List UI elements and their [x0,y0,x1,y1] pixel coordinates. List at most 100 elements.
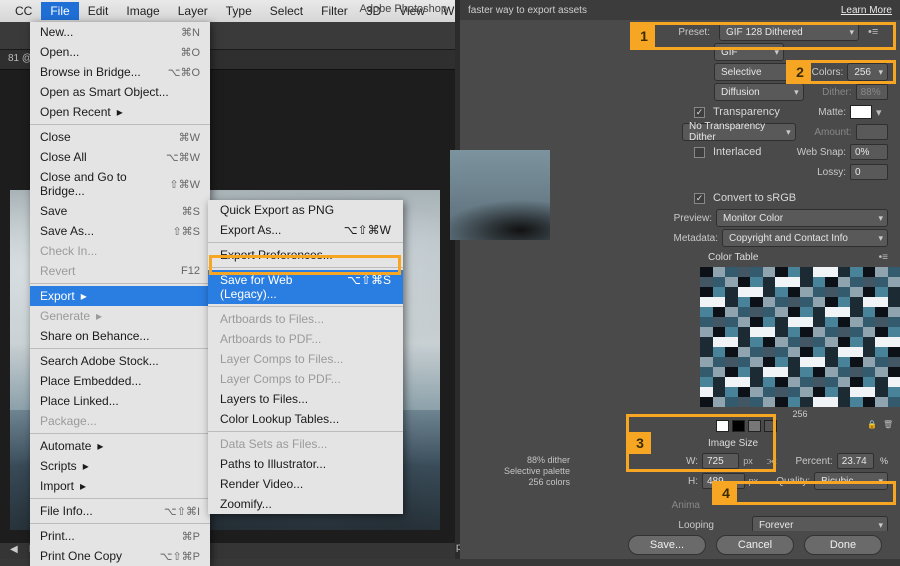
menu-type[interactable]: Type [217,2,261,20]
export-submenu[interactable]: Quick Export as PNGExport As...⌥⇧⌘W Expor… [208,200,403,514]
transparency-checkbox[interactable] [694,107,705,118]
transparency-label: Transparency [713,106,780,118]
percent-label: Percent: [785,456,833,467]
export-menu-item[interactable]: Layers to Files... [208,389,403,409]
color-table-menu-icon[interactable]: •≡ [879,252,888,263]
file-menu-item[interactable]: Browse in Bridge...⌥⌘O [30,62,210,82]
matte-swatch[interactable] [850,105,872,119]
file-menu-item[interactable]: Save As...⇧⌘S [30,221,210,241]
export-menu-item[interactable]: Export Preferences... [208,245,403,265]
file-menu-item[interactable]: Place Linked... [30,391,210,411]
info-palette: Selective palette [504,466,570,476]
menu-layer[interactable]: Layer [169,2,217,20]
preview-dropdown[interactable]: Monitor Color [716,209,888,227]
annotation-badge-4: 4 [715,482,737,504]
lossy-value[interactable]: 0 [850,164,888,180]
dither-pct-value[interactable]: 88% [856,84,888,100]
preview-label: Preview: [664,213,712,224]
preset-dropdown[interactable]: GIF 128 Dithered [719,23,859,41]
menu-edit[interactable]: Edit [79,2,118,20]
dither-dropdown[interactable]: Diffusion [714,83,804,101]
file-menu-item[interactable]: Search Adobe Stock... [30,351,210,371]
width-input[interactable]: 725 [702,453,739,469]
lossy-label: Lossy: [806,167,846,178]
export-menu-item[interactable]: Render Video... [208,474,403,494]
file-menu-item[interactable]: Open...⌘O [30,42,210,62]
file-menu-item[interactable]: Print...⌘P [30,526,210,546]
quality-label: Quality: [766,476,810,487]
file-menu-item[interactable]: Import [30,476,210,496]
transparency-dither-dropdown[interactable]: No Transparency Dither [682,123,796,141]
file-menu-item[interactable]: Export [30,286,210,306]
file-menu-item[interactable]: Close⌘W [30,127,210,147]
export-menu-item: Layer Comps to PDF... [208,369,403,389]
menu-cc[interactable]: CC [6,2,41,20]
file-menu-item[interactable]: Close All⌥⌘W [30,147,210,167]
width-label: W: [682,456,698,467]
preset-menu-icon[interactable]: •≡ [868,26,888,38]
colors-dropdown[interactable]: 256 [847,63,888,81]
amount-value [856,124,888,140]
websnap-value[interactable]: 0% [850,144,888,160]
export-menu-item[interactable]: Paths to Illustrator... [208,454,403,474]
dialog-button-bar: Save... Cancel Done [460,531,900,559]
file-menu-item[interactable]: New...⌘N [30,22,210,42]
tip-text: faster way to export assets [468,5,587,16]
annotation-badge-1: 1 [633,25,655,47]
srgb-checkbox[interactable] [694,193,705,204]
format-dropdown[interactable]: GIF [714,43,784,61]
menu-select[interactable]: Select [261,2,312,20]
color-table-count: 256 [792,409,807,419]
image-size-header: Image Size [708,438,758,449]
export-menu-item: Artboards to PDF... [208,329,403,349]
file-menu-item[interactable]: Open as Smart Object... [30,82,210,102]
learn-more-link[interactable]: Learn More [841,5,892,16]
file-menu-item: RevertF12 [30,261,210,281]
height-unit: px [749,476,759,486]
file-menu-item[interactable]: File Info...⌥⇧⌘I [30,501,210,521]
export-menu-item: Layer Comps to Files... [208,349,403,369]
export-menu-item[interactable]: Save for Web (Legacy)...⌥⇧⌘S [208,270,403,304]
percent-input[interactable]: 23.74 [837,453,874,469]
interlaced-checkbox[interactable] [694,147,705,158]
file-menu-item[interactable]: Scripts [30,456,210,476]
link-dimensions-icon[interactable]: ⫘ [767,455,777,468]
file-menu-item: Check In... [30,241,210,261]
file-menu-item[interactable]: Print One Copy⌥⇧⌘P [30,546,210,566]
reduction-dropdown[interactable]: Selective [714,63,795,81]
amount-label: Amount: [804,127,852,138]
metadata-dropdown[interactable]: Copyright and Contact Info [722,229,888,247]
metadata-label: Metadata: [664,233,718,244]
file-menu-item: Generate [30,306,210,326]
export-menu-item[interactable]: Zoomify... [208,494,403,514]
photoshop-main-window: CC File Edit Image Layer Type Select Fil… [0,0,455,559]
color-table[interactable] [700,267,900,407]
height-label: H: [682,476,698,487]
done-button[interactable]: Done [804,535,882,555]
file-menu-item[interactable]: Automate [30,436,210,456]
cancel-button[interactable]: Cancel [716,535,794,555]
quality-dropdown[interactable]: Bicubic [814,472,888,490]
file-menu-item[interactable]: Open Recent [30,102,210,122]
menu-image[interactable]: Image [117,2,168,20]
percent-unit: % [880,456,888,466]
menu-filter[interactable]: Filter [312,2,357,20]
file-menu-item[interactable]: Place Embedded... [30,371,210,391]
export-menu-item[interactable]: Export As...⌥⇧⌘W [208,220,403,240]
export-menu-item[interactable]: Color Lookup Tables... [208,409,403,429]
save-button[interactable]: Save... [628,535,706,555]
preset-label: Preset: [664,27,710,38]
color-table-header: Color Table [708,252,758,263]
annotation-badge-3: 3 [629,432,651,454]
animation-legend: Anima [664,500,700,511]
looping-label: Looping [664,520,714,531]
export-menu-item[interactable]: Quick Export as PNG [208,200,403,220]
status-left-icon: ◀ [10,544,18,555]
file-menu-item[interactable]: Save⌘S [30,201,210,221]
srgb-label: Convert to sRGB [713,192,796,204]
file-menu-item[interactable]: Share on Behance... [30,326,210,346]
menu-file[interactable]: File [41,2,78,20]
file-menu[interactable]: New...⌘NOpen...⌘OBrowse in Bridge...⌥⌘OO… [30,22,210,566]
file-menu-item[interactable]: Close and Go to Bridge...⇧⌘W [30,167,210,201]
interlaced-label: Interlaced [713,146,761,158]
